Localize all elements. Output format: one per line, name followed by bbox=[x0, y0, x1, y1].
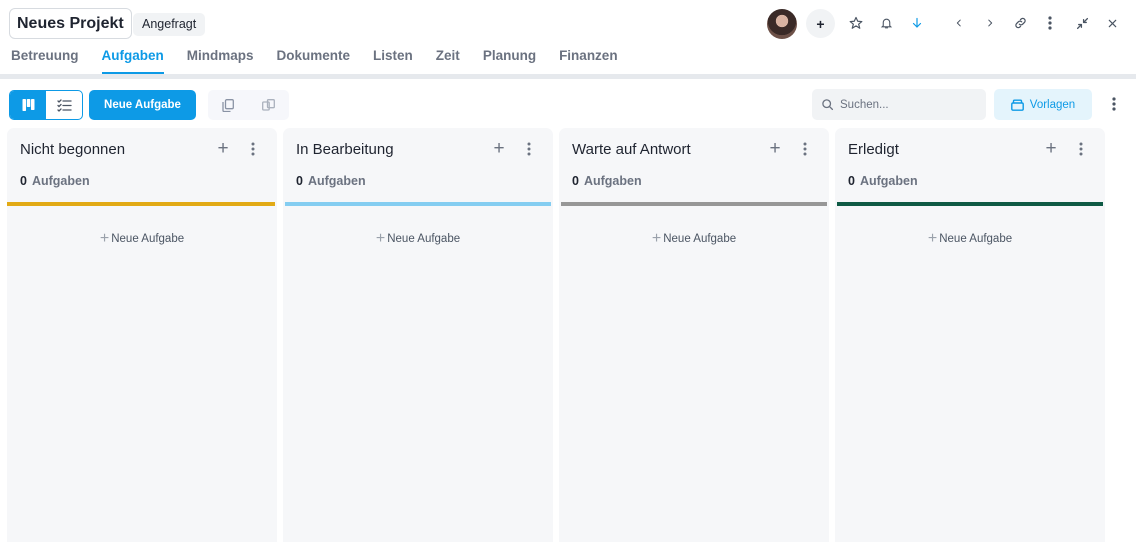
status-color-bar bbox=[837, 202, 1103, 206]
plus-icon: + bbox=[651, 230, 662, 247]
duplicate-icon bbox=[261, 99, 275, 111]
add-member-button[interactable]: + bbox=[806, 9, 835, 38]
column-warte-auf-antwort: Warte auf Antwort + 0 Aufgaben + Neue Aufg… bbox=[559, 128, 829, 542]
copy-button-group bbox=[208, 90, 289, 120]
link-icon[interactable] bbox=[1009, 12, 1031, 34]
plus-icon: + bbox=[99, 230, 110, 247]
column-erledigt: Erledigt + 0 Aufgaben + Neue Aufgabe bbox=[835, 128, 1105, 542]
project-title[interactable]: Neues Projekt bbox=[9, 8, 132, 39]
add-task-plus-icon[interactable]: + bbox=[766, 139, 784, 158]
header-divider bbox=[0, 74, 1136, 79]
bell-icon[interactable] bbox=[875, 12, 897, 34]
status-color-bar bbox=[561, 202, 827, 206]
column-title: Warte auf Antwort bbox=[572, 141, 691, 158]
view-toggle bbox=[9, 90, 83, 120]
collapse-icon[interactable] bbox=[1071, 12, 1093, 34]
templates-label: Vorlagen bbox=[1029, 98, 1076, 111]
chevron-left-icon[interactable] bbox=[948, 12, 970, 34]
column-title: In Bearbeitung bbox=[296, 141, 394, 158]
templates-button[interactable]: Vorlagen bbox=[994, 89, 1092, 120]
star-icon[interactable] bbox=[845, 12, 867, 34]
status-badge[interactable]: Angefragt bbox=[133, 13, 206, 36]
duplicate-button[interactable] bbox=[248, 90, 288, 120]
checklist-icon bbox=[56, 98, 72, 112]
tab-betreuung[interactable]: Betreuung bbox=[11, 48, 79, 74]
status-color-bar bbox=[7, 202, 275, 206]
column-title: Nicht begonnen bbox=[20, 141, 126, 158]
tab-zeit[interactable]: Zeit bbox=[436, 48, 460, 74]
tab-dokumente[interactable]: Dokumente bbox=[277, 48, 351, 74]
tab-bar: Betreuung Aufgaben Mindmaps Dokumente Li… bbox=[0, 48, 641, 74]
task-count: 0 Aufgaben bbox=[848, 174, 918, 188]
close-icon[interactable] bbox=[1101, 12, 1123, 34]
status-color-bar bbox=[285, 202, 551, 206]
copy-icon bbox=[222, 98, 234, 112]
tab-finanzen[interactable]: Finanzen bbox=[559, 48, 618, 74]
kanban-view-button[interactable] bbox=[10, 91, 46, 119]
chevron-right-icon[interactable] bbox=[979, 12, 1001, 34]
new-task-link[interactable]: + Neue Aufgabe bbox=[559, 230, 829, 248]
list-view-button[interactable] bbox=[46, 91, 82, 119]
column-more-icon[interactable] bbox=[520, 140, 538, 158]
search-icon bbox=[822, 99, 834, 111]
column-title: Erledigt bbox=[848, 141, 899, 158]
tab-listen[interactable]: Listen bbox=[373, 48, 413, 74]
tab-mindmaps[interactable]: Mindmaps bbox=[187, 48, 254, 74]
user-avatar[interactable] bbox=[767, 9, 797, 39]
header: Neues Projekt Angefragt + Betreuung Aufg… bbox=[0, 0, 1136, 74]
column-nicht-begonnen: Nicht begonnen + 0 Aufgaben + Neue Aufgabe bbox=[7, 128, 277, 542]
tab-aufgaben[interactable]: Aufgaben bbox=[101, 48, 165, 74]
column-in-bearbeitung: In Bearbeitung + 0 Aufgaben + Neue Aufgabe bbox=[283, 128, 553, 542]
column-more-icon[interactable] bbox=[244, 140, 262, 158]
new-task-link[interactable]: + Neue Aufgabe bbox=[835, 230, 1105, 248]
search-input[interactable] bbox=[840, 98, 980, 111]
search-box bbox=[812, 89, 986, 120]
column-more-icon[interactable] bbox=[796, 140, 814, 158]
task-count: 0 Aufgaben bbox=[572, 174, 642, 188]
task-count: 0 Aufgaben bbox=[20, 174, 90, 188]
new-task-link[interactable]: + Neue Aufgabe bbox=[283, 230, 553, 248]
column-more-icon[interactable] bbox=[1072, 140, 1090, 158]
plus-icon: + bbox=[375, 230, 386, 247]
kanban-icon bbox=[22, 99, 34, 111]
more-vertical-icon[interactable] bbox=[1039, 12, 1061, 34]
task-count: 0 Aufgaben bbox=[296, 174, 366, 188]
arrow-down-icon[interactable] bbox=[906, 12, 928, 34]
add-task-plus-icon[interactable]: + bbox=[214, 139, 232, 158]
add-task-plus-icon[interactable]: + bbox=[1042, 139, 1060, 158]
new-task-button[interactable]: Neue Aufgabe bbox=[89, 90, 196, 120]
add-task-plus-icon[interactable]: + bbox=[490, 139, 508, 158]
toolbar-more-icon[interactable] bbox=[1104, 94, 1124, 114]
template-icon bbox=[1010, 99, 1024, 111]
copy-button[interactable] bbox=[208, 90, 248, 120]
plus-icon: + bbox=[927, 230, 938, 247]
tab-planung[interactable]: Planung bbox=[483, 48, 536, 74]
new-task-link[interactable]: + Neue Aufgabe bbox=[7, 230, 277, 248]
